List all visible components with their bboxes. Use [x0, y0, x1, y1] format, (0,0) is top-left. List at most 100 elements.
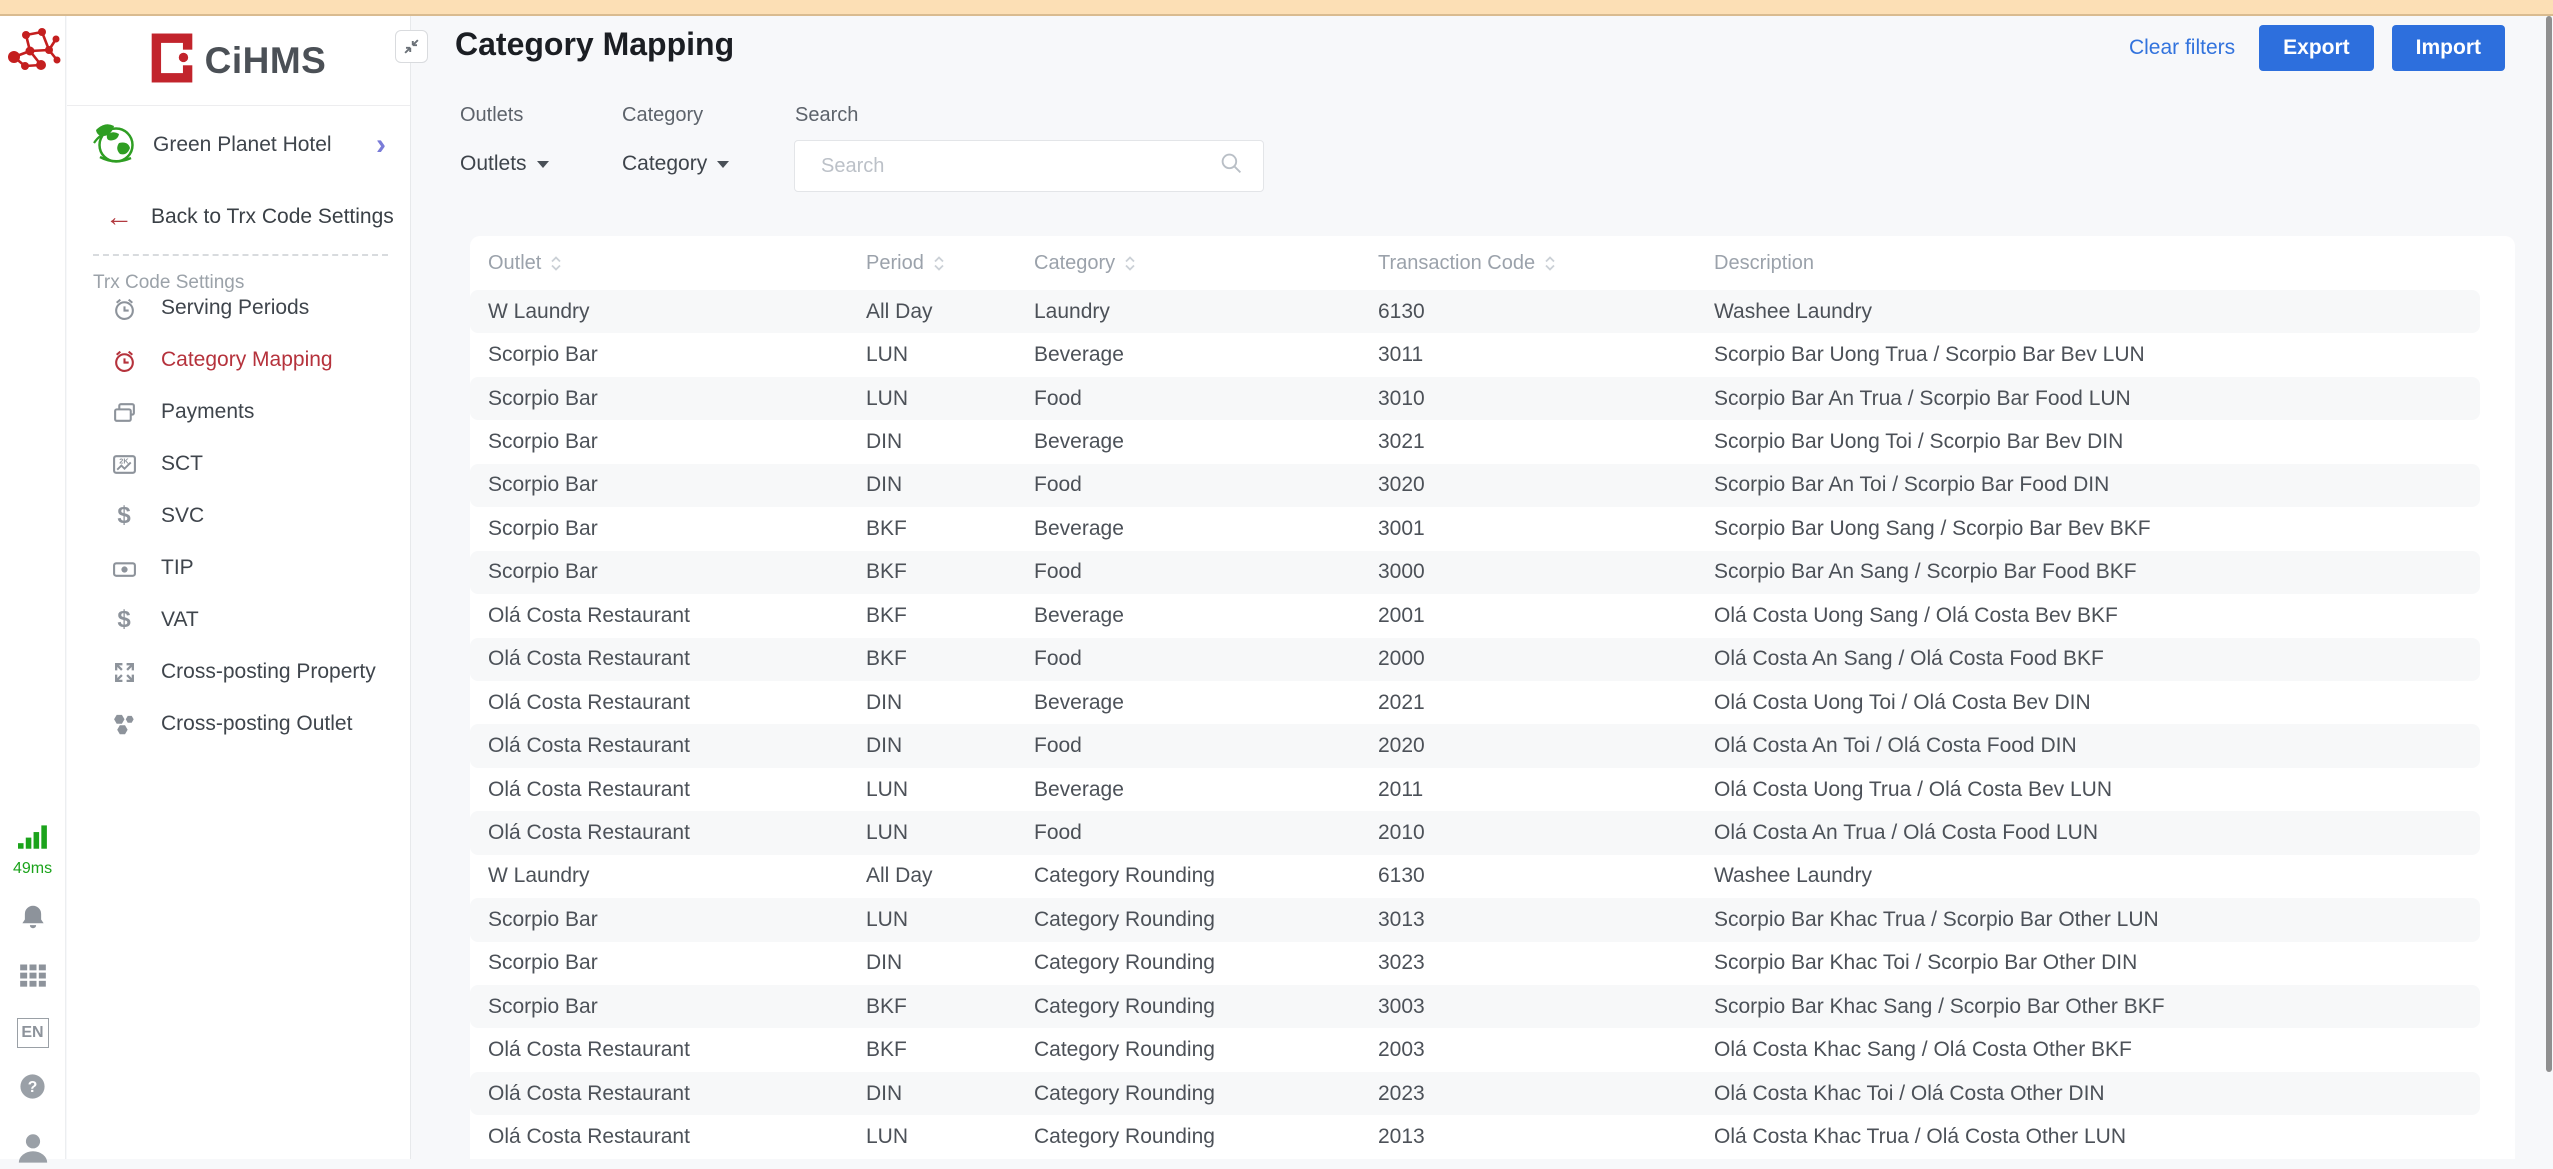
category-filter-label: Category [622, 104, 703, 127]
app-logo: CiHMS [67, 16, 410, 106]
expand-arrows-icon [111, 660, 137, 685]
cell-period: LUN [866, 387, 1034, 411]
table-row[interactable]: Scorpio Bar DIN Food 3020 Scorpio Bar An… [470, 464, 2480, 507]
alarm-clock-icon [111, 296, 137, 321]
sidebar-item-category-mapping[interactable]: Category Mapping [67, 334, 410, 386]
column-header-category[interactable]: Category [1034, 252, 1378, 275]
cell-outlet: Scorpio Bar [488, 560, 866, 584]
cell-description: Scorpio Bar An Trua / Scorpio Bar Food L… [1714, 387, 2480, 411]
sort-icon[interactable] [1544, 255, 1556, 272]
clear-filters-link[interactable]: Clear filters [2129, 36, 2235, 60]
cell-description: Scorpio Bar An Sang / Scorpio Bar Food B… [1714, 560, 2480, 584]
table-row[interactable]: Scorpio Bar BKF Beverage 3001 Scorpio Ba… [470, 507, 2480, 550]
sidebar-item-label: VAT [161, 608, 199, 632]
cell-outlet: Scorpio Bar [488, 430, 866, 454]
cell-category: Beverage [1034, 778, 1378, 802]
column-header-label: Period [866, 252, 924, 275]
back-to-trx-code-settings-link[interactable]: ← Back to Trx Code Settings [67, 194, 410, 240]
cell-category: Food [1034, 473, 1378, 497]
table-row[interactable]: W Laundry All Day Category Rounding 6130… [470, 855, 2480, 898]
column-header-transaction-code[interactable]: Transaction Code [1378, 252, 1714, 275]
hotel-selector[interactable]: Green Planet Hotel › [67, 112, 410, 178]
category-dropdown-value: Category [622, 152, 707, 176]
cell-category: Category Rounding [1034, 995, 1378, 1019]
outlets-dropdown-value: Outlets [460, 152, 527, 176]
sidebar-item-serving-periods[interactable]: Serving Periods [67, 282, 410, 334]
export-button[interactable]: Export [2259, 25, 2374, 71]
table-row[interactable]: W Laundry All Day Laundry 6130 Washee La… [470, 290, 2480, 333]
sidebar-collapse-button[interactable] [395, 30, 428, 63]
cell-description: Olá Costa Khac Sang / Olá Costa Other BK… [1714, 1038, 2480, 1062]
cell-category: Beverage [1034, 604, 1378, 628]
sidebar-item-sct[interactable]: 2K SCT [67, 438, 410, 490]
table-row[interactable]: Olá Costa Restaurant LUN Category Roundi… [470, 1115, 2480, 1158]
help-icon[interactable]: ? [18, 1072, 47, 1106]
cell-transaction-code: 2011 [1378, 778, 1714, 802]
table-row[interactable]: Olá Costa Restaurant LUN Food 2010 Olá C… [470, 811, 2480, 854]
cell-category: Food [1034, 560, 1378, 584]
column-header-outlet[interactable]: Outlet [488, 252, 866, 275]
table-row[interactable]: Scorpio Bar LUN Beverage 3011 Scorpio Ba… [470, 333, 2480, 376]
sidebar-item-cross-posting-property[interactable]: Cross-posting Property [67, 646, 410, 698]
cell-period: BKF [866, 995, 1034, 1019]
search-input[interactable] [821, 155, 1220, 178]
search-filter-label: Search [795, 104, 858, 127]
sidebar-item-tip[interactable]: TIP [67, 542, 410, 594]
molecule-logo-icon [5, 22, 61, 83]
scrollbar-thumb[interactable] [2546, 16, 2552, 1072]
outlets-dropdown[interactable]: Outlets [460, 152, 549, 176]
sidebar-item-cross-posting-outlet[interactable]: Cross-posting Outlet [67, 698, 410, 750]
language-selector[interactable]: EN [17, 1018, 49, 1048]
cell-description: Olá Costa An Toi / Olá Costa Food DIN [1714, 734, 2480, 758]
chevron-right-icon: › [376, 135, 386, 155]
table-row[interactable]: Olá Costa Restaurant BKF Food 2000 Olá C… [470, 638, 2480, 681]
cell-period: BKF [866, 647, 1034, 671]
cell-outlet: Olá Costa Restaurant [488, 604, 866, 628]
table-row[interactable]: Scorpio Bar BKF Category Rounding 3003 S… [470, 985, 2480, 1028]
cell-outlet: Scorpio Bar [488, 473, 866, 497]
sidebar-menu: Serving Periods Category Mapping Payment… [67, 282, 410, 750]
import-button[interactable]: Import [2392, 25, 2505, 71]
table-row[interactable]: Scorpio Bar LUN Category Rounding 3013 S… [470, 898, 2480, 941]
column-header-period[interactable]: Period [866, 252, 1034, 275]
user-profile-icon[interactable] [16, 1130, 50, 1169]
cell-period: DIN [866, 734, 1034, 758]
cell-description: Olá Costa Uong Toi / Olá Costa Bev DIN [1714, 691, 2480, 715]
table-row[interactable]: Olá Costa Restaurant DIN Category Roundi… [470, 1072, 2480, 1115]
sort-icon[interactable] [1124, 255, 1136, 272]
table-row[interactable]: Olá Costa Restaurant LUN Beverage 2011 O… [470, 768, 2480, 811]
svg-text:?: ? [28, 1079, 38, 1096]
sidebar-item-svc[interactable]: $ SVC [67, 490, 410, 542]
table-row[interactable]: Scorpio Bar LUN Food 3010 Scorpio Bar An… [470, 377, 2480, 420]
page-title: Category Mapping [455, 26, 734, 63]
cell-category: Food [1034, 647, 1378, 671]
table-row[interactable]: Scorpio Bar DIN Category Rounding 3023 S… [470, 942, 2480, 985]
cell-transaction-code: 3021 [1378, 430, 1714, 454]
table-row[interactable]: Scorpio Bar DIN Beverage 3021 Scorpio Ba… [470, 420, 2480, 463]
apps-grid-icon[interactable] [19, 961, 47, 994]
cell-category: Beverage [1034, 343, 1378, 367]
column-header-label: Description [1714, 252, 1814, 275]
table-row[interactable]: Olá Costa Restaurant DIN Beverage 2021 O… [470, 681, 2480, 724]
table-row[interactable]: Scorpio Bar BKF Food 3000 Scorpio Bar An… [470, 551, 2480, 594]
cell-description: Scorpio Bar Uong Sang / Scorpio Bar Bev … [1714, 517, 2480, 541]
cell-description: Washee Laundry [1714, 864, 2480, 888]
cell-description: Olá Costa Khac Trua / Olá Costa Other LU… [1714, 1125, 2480, 1149]
cell-period: DIN [866, 1082, 1034, 1106]
cell-transaction-code: 3011 [1378, 343, 1714, 367]
table-row[interactable]: Olá Costa Restaurant BKF Beverage 2001 O… [470, 594, 2480, 637]
notifications-bell-icon[interactable] [18, 902, 48, 937]
sort-icon[interactable] [933, 255, 945, 272]
sort-icon[interactable] [550, 255, 562, 272]
cell-transaction-code: 3010 [1378, 387, 1714, 411]
category-dropdown[interactable]: Category [622, 152, 729, 176]
cell-category: Food [1034, 387, 1378, 411]
sidebar-item-label: Payments [161, 400, 254, 424]
table-row[interactable]: Olá Costa Restaurant BKF Category Roundi… [470, 1028, 2480, 1071]
sidebar-item-payments[interactable]: Payments [67, 386, 410, 438]
cell-description: Scorpio Bar An Toi / Scorpio Bar Food DI… [1714, 473, 2480, 497]
cell-outlet: Olá Costa Restaurant [488, 1082, 866, 1106]
page-scrollbar[interactable] [2545, 16, 2553, 1159]
sidebar-item-vat[interactable]: $ VAT [67, 594, 410, 646]
table-row[interactable]: Olá Costa Restaurant DIN Food 2020 Olá C… [470, 724, 2480, 767]
